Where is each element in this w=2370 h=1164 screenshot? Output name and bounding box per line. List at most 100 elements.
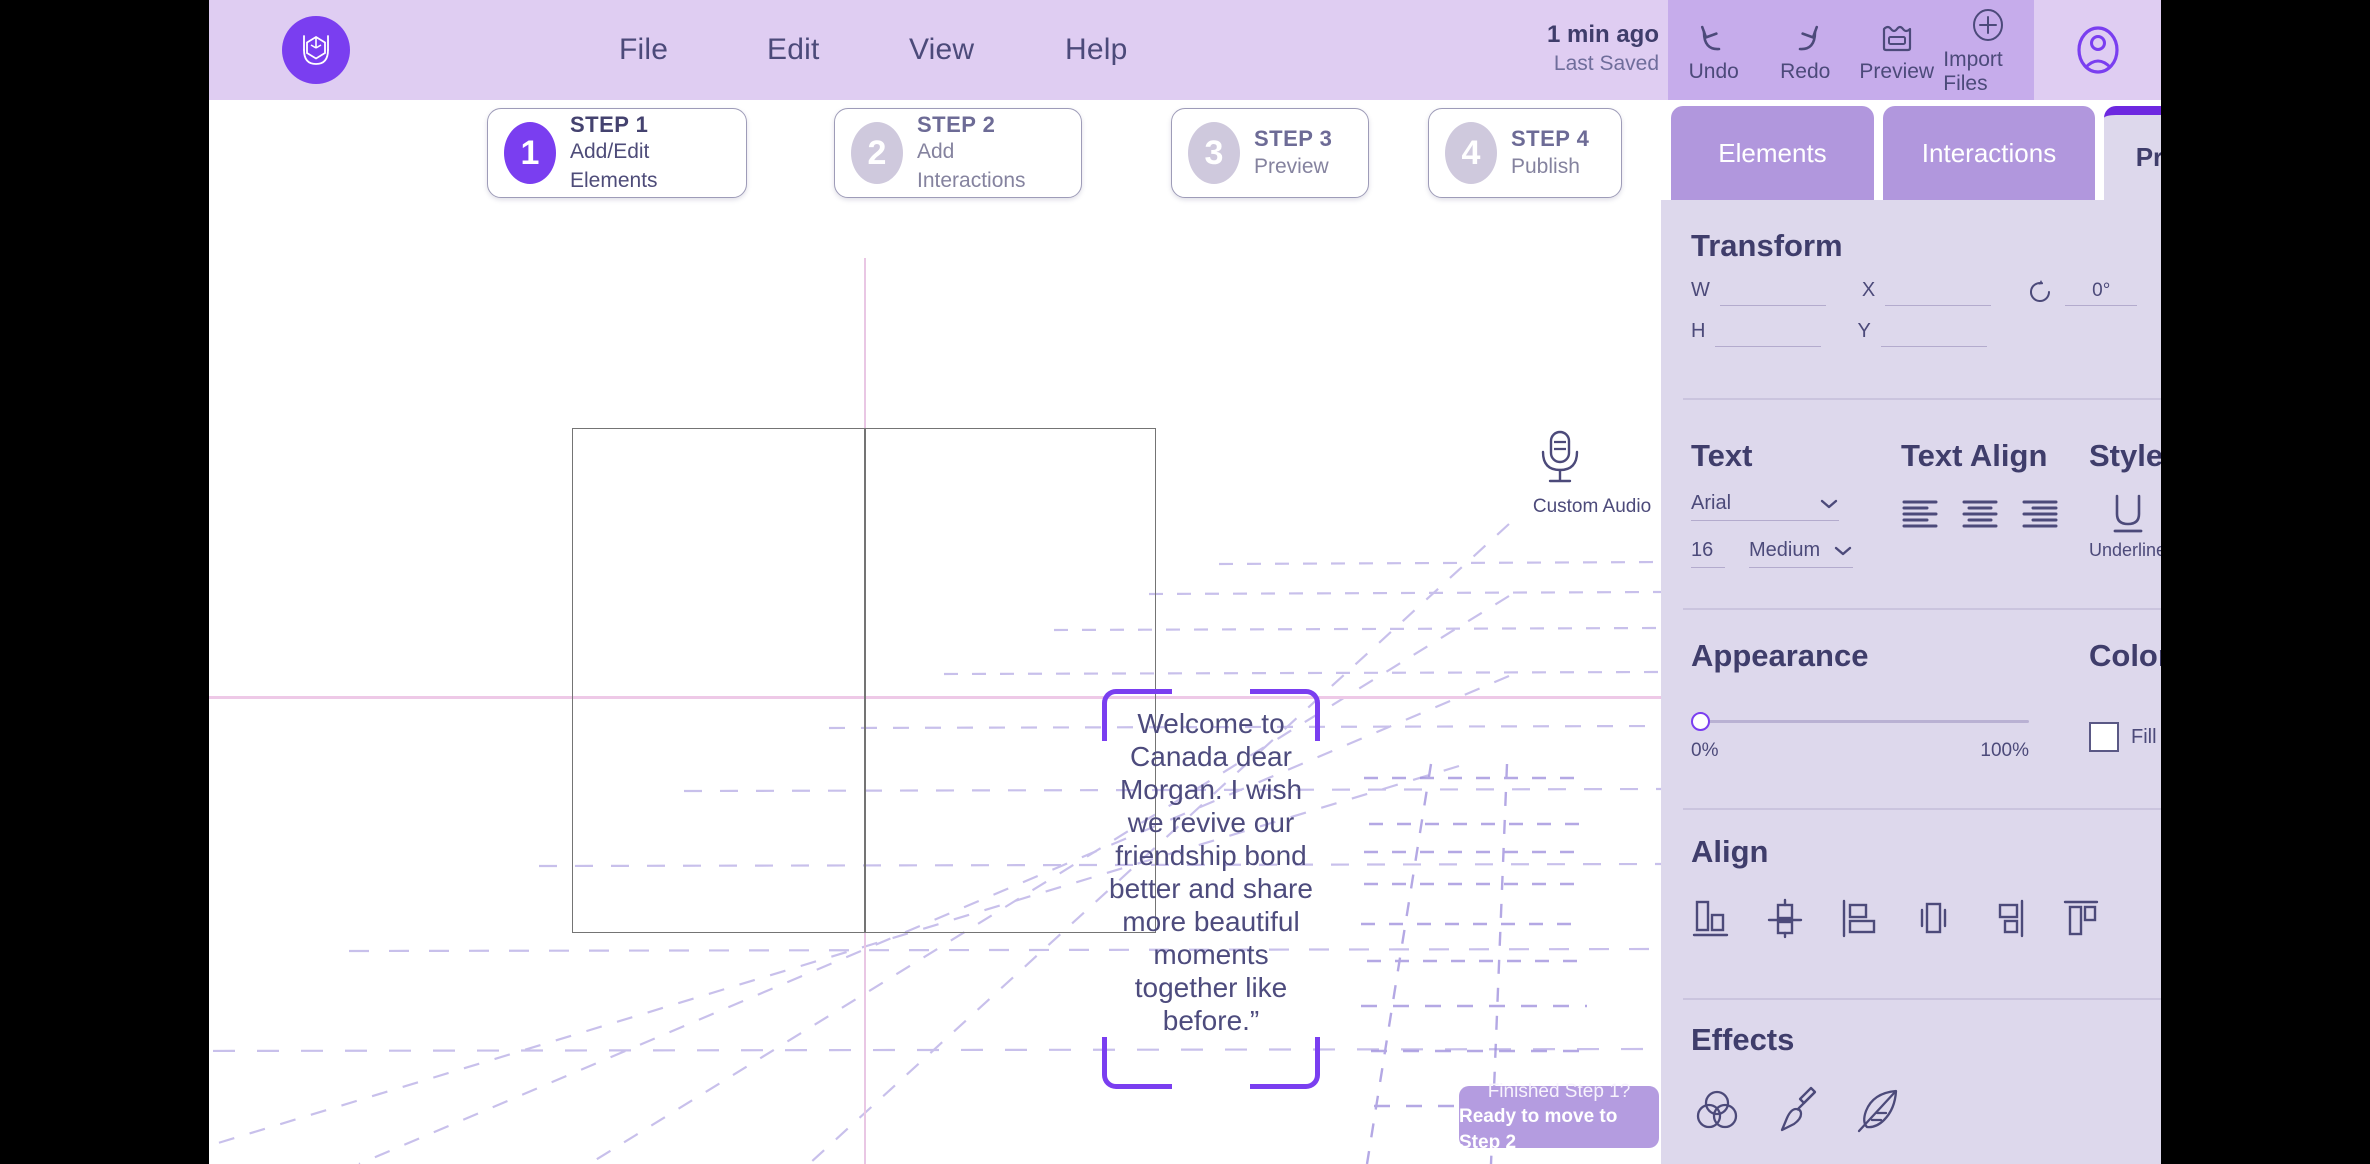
top-bar: File Edit View Help 1 min ago Last Saved — [209, 0, 2161, 100]
toast-line-2: Ready to move to Step 2 — [1459, 1106, 1618, 1153]
field-x: X — [1862, 279, 1992, 306]
font-weight-select[interactable]: Medium — [1749, 539, 1853, 568]
preview-button[interactable]: Preview — [1852, 16, 1942, 84]
undo-label: Undo — [1688, 60, 1739, 83]
menu-edit[interactable]: Edit — [757, 0, 830, 100]
step-item-2[interactable]: 2 STEP 2 Add Interactions — [834, 108, 1082, 198]
step-item-3[interactable]: 3 STEP 3 Preview — [1171, 108, 1369, 198]
font-family-row: Arial — [1691, 492, 1853, 521]
underline-icon — [2113, 494, 2142, 533]
step-1-subtitle: Add/Edit Elements — [570, 140, 658, 192]
align-right-icon[interactable] — [2021, 496, 2059, 530]
custom-audio-label: Custom Audio — [1532, 496, 1652, 517]
panel-tabbar: Elements Interactions Properties — [1661, 100, 2161, 200]
screen: File Edit View Help 1 min ago Last Saved — [0, 0, 2370, 1164]
rotation-input[interactable]: 0° — [2065, 280, 2138, 306]
align-left-edge-icon[interactable] — [1839, 896, 1879, 940]
preview-label: Preview — [1859, 60, 1935, 83]
align-title: Align — [1691, 834, 1769, 869]
step-4-badge: 4 — [1445, 122, 1497, 184]
tab-elements[interactable]: Elements — [1671, 106, 1874, 200]
menu-view[interactable]: View — [899, 0, 984, 100]
step-2-subtitle: Add Interactions — [917, 140, 1026, 192]
distribute-horizontal-icon[interactable] — [1913, 896, 1953, 940]
font-weight-value: Medium — [1749, 539, 1821, 561]
field-rotation: 0° — [2027, 278, 2138, 306]
section-effects: Effects — [1691, 1022, 2161, 1136]
user-avatar-icon — [2076, 26, 2119, 74]
opacity-slider-knob[interactable] — [1691, 712, 1710, 731]
redo-label: Redo — [1780, 60, 1831, 83]
import-files-button[interactable]: Import Files — [1943, 4, 2033, 96]
last-saved-time: 1 min ago — [1546, 21, 1659, 48]
finished-step-toast[interactable]: Finished Step 1? Ready to move to Step 2 — [1459, 1081, 1659, 1153]
step-2-title: STEP 2 — [917, 111, 996, 137]
opacity-slider-track[interactable] — [1695, 720, 2029, 723]
align-center-icon[interactable] — [1961, 496, 1999, 530]
y-input[interactable] — [1880, 321, 1987, 347]
tab-properties[interactable]: Properties — [2104, 106, 2161, 200]
section-transform: Transform W X 0° H Y — [1691, 228, 2161, 347]
menu-help[interactable]: Help — [1055, 0, 1138, 100]
transform-row-2: H Y — [1691, 320, 2161, 347]
selection-handle-bottom-left[interactable] — [1102, 1037, 1172, 1089]
opacity-slider[interactable] — [1691, 708, 2081, 738]
app-logo-icon[interactable] — [282, 16, 350, 84]
menu-file[interactable]: File — [609, 0, 678, 100]
appearance-title: Appearance — [1691, 638, 1869, 673]
fill-color-swatch[interactable] — [2089, 722, 2119, 752]
font-family-select[interactable]: Arial — [1691, 492, 1839, 521]
align-top-icon[interactable] — [2061, 896, 2101, 940]
align-left-icon[interactable] — [1901, 496, 1939, 530]
panel-body: Transform W X 0° H Y Text Arial 16 Mediu… — [1661, 200, 2161, 1164]
underline-label: Underline — [2089, 540, 2161, 560]
font-family-value: Arial — [1691, 492, 1732, 514]
custom-audio-button[interactable]: Custom Audio — [1527, 424, 1657, 518]
redo-button[interactable]: Redo — [1760, 16, 1850, 84]
step-item-4[interactable]: 4 STEP 4 Publish — [1428, 108, 1622, 198]
opacity-max-label: 100% — [1980, 740, 2029, 761]
color-options: Fill Color Stroke — [2089, 722, 2161, 752]
rotate-icon[interactable] — [2027, 278, 2055, 306]
card-fold-line — [864, 428, 866, 933]
blend-circles-icon[interactable] — [1691, 1084, 1743, 1136]
transform-title: Transform — [1691, 228, 1843, 263]
align-right-edge-icon[interactable] — [1987, 896, 2027, 940]
chevron-down-icon — [1820, 499, 1838, 508]
menu-edit-label: Edit — [767, 33, 820, 66]
app-logo-glyph — [303, 35, 329, 65]
text-align-title: Text Align — [1901, 438, 2048, 473]
align-bottom-icon[interactable] — [1691, 896, 1731, 940]
width-input[interactable] — [1719, 280, 1826, 306]
undo-button[interactable]: Undo — [1669, 16, 1759, 84]
menu-view-label: View — [909, 33, 975, 66]
app-window: File Edit View Help 1 min ago Last Saved — [209, 0, 2161, 1164]
editor-canvas[interactable]: Welcome to Canada dear Morgan. I wish we… — [209, 206, 1661, 1164]
x-input[interactable] — [1885, 280, 1992, 306]
step-4-subtitle: Publish — [1511, 154, 1580, 178]
card-text-content[interactable]: Welcome to Canada dear Morgan. I wish we… — [1102, 707, 1320, 1037]
plus-circle-icon — [1973, 9, 2004, 41]
align-vertical-center-icon[interactable] — [1765, 896, 1805, 940]
feather-icon[interactable] — [1851, 1084, 1903, 1136]
last-saved-label: Last Saved — [1553, 52, 1659, 75]
section-appearance: Appearance 0% 100% — [1691, 638, 2081, 762]
import-files-label: Import Files — [1943, 48, 2003, 95]
effects-options — [1691, 1084, 2161, 1136]
tab-interactions[interactable]: Interactions — [1883, 106, 2095, 200]
toolbar: Undo Redo Preview Import Files — [1668, 0, 2034, 100]
fill-color-label: Fill Color — [2131, 725, 2161, 748]
divider-4 — [1683, 998, 2161, 1000]
height-input[interactable] — [1715, 321, 1822, 347]
paint-brush-icon[interactable] — [1771, 1084, 1823, 1136]
y-key: Y — [1857, 320, 1871, 342]
height-key: H — [1691, 320, 1706, 342]
selection-handle-bottom-right[interactable] — [1250, 1037, 1320, 1089]
underline-button[interactable]: Underline — [2089, 488, 2161, 561]
account-avatar[interactable] — [2034, 0, 2161, 100]
step-item-1[interactable]: 1 STEP 1 Add/Edit Elements — [487, 108, 747, 198]
divider-3 — [1683, 808, 2161, 810]
font-size-input[interactable]: 16 — [1691, 539, 1725, 568]
text-element-selection[interactable]: Welcome to Canada dear Morgan. I wish we… — [1102, 689, 1320, 1089]
step-4-title: STEP 4 — [1511, 126, 1590, 152]
